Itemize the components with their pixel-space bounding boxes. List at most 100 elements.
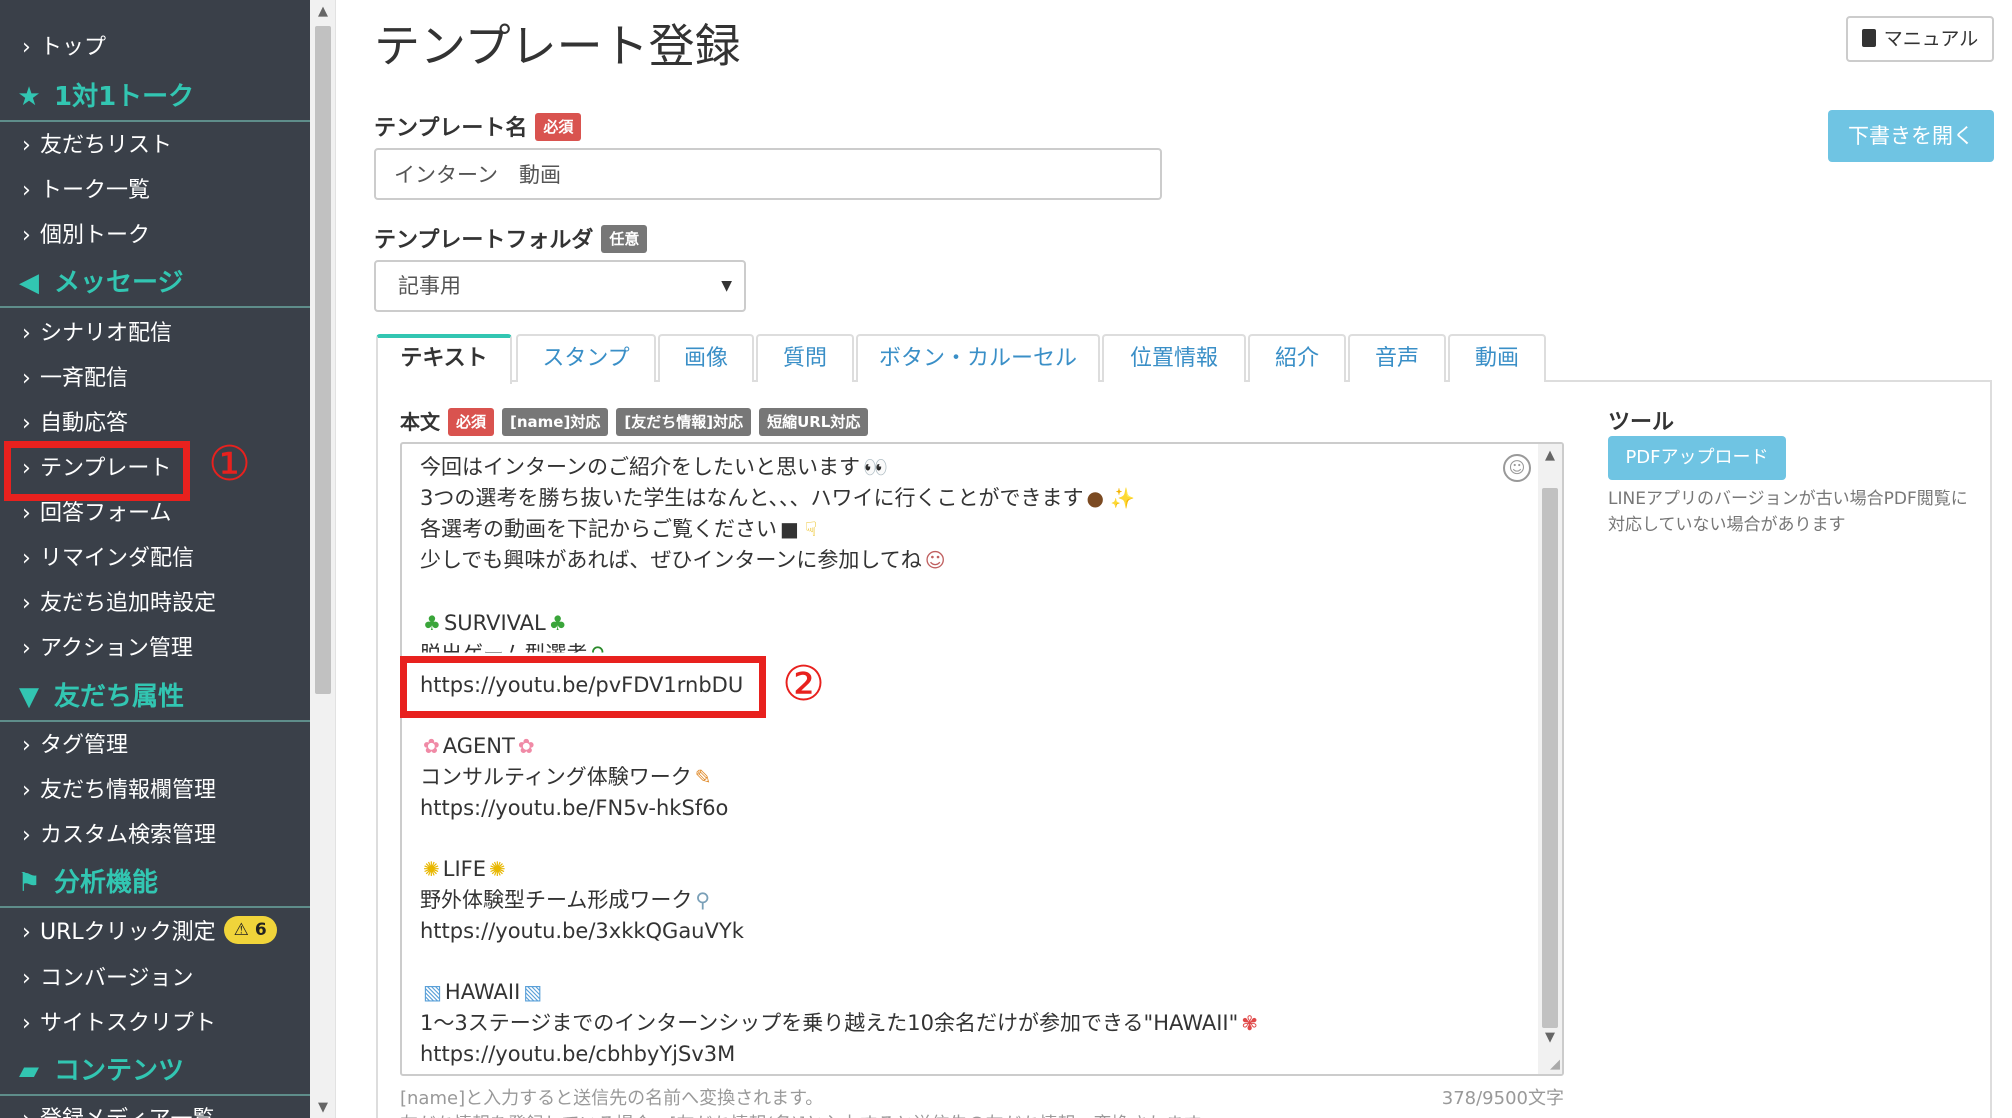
name-support-badge: [name]対応 <box>502 407 609 436</box>
sidebar-section-friend-attr[interactable]: ▼ 友だち属性 <box>0 672 310 722</box>
sidebar-item-reminder[interactable]: › リマインダ配信 <box>22 539 194 579</box>
cherry-blossom-icon: ✿ <box>423 734 440 758</box>
caret-down-icon: ▼ <box>721 278 732 294</box>
chevron-right-icon: › <box>22 223 31 248</box>
rabbit-face-icon: ☺ <box>924 548 946 572</box>
sidebar-item-top[interactable]: › トップ <box>22 28 106 68</box>
template-name-input[interactable] <box>374 148 1162 200</box>
hibiscus-icon: ✾ <box>1241 1011 1259 1035</box>
sidebar-item-broadcast[interactable]: › 一斉配信 <box>22 359 128 399</box>
book-icon <box>1861 28 1876 47</box>
chevron-right-icon: › <box>22 178 31 203</box>
page-title: テンプレート登録 <box>374 19 741 73</box>
manual-button[interactable]: マニュアル <box>1846 16 1994 62</box>
chevron-right-icon: › <box>22 366 31 391</box>
annotation-box-2 <box>400 656 766 718</box>
sidebar-section-analysis[interactable]: ⚑ 分析機能 <box>0 858 310 908</box>
cherry-blossom-icon: ✿ <box>517 734 535 758</box>
required-badge: 必須 <box>535 113 582 141</box>
sidebar-section-message[interactable]: ◀ メッセージ <box>0 258 310 308</box>
tab-video[interactable]: 動画 <box>1448 334 1546 382</box>
sidebar-item-individual-talk[interactable]: › 個別トーク <box>22 216 150 256</box>
sidebar-item-friend-list[interactable]: › 友だちリスト <box>22 126 172 166</box>
sidebar-section-talk[interactable]: ★ 1対1トーク <box>0 72 310 122</box>
sidebar-item-site-script[interactable]: › サイトスクリプト <box>22 1004 216 1044</box>
sunflower-icon: ✺ <box>489 857 506 881</box>
pdf-upload-button[interactable]: PDFアップロード <box>1608 436 1786 480</box>
magnifier-icon: ⚲ <box>695 888 711 912</box>
pointing-down-icon: ☟ <box>804 517 818 541</box>
annotation-number-2: ② <box>782 656 826 712</box>
text-line: 3つの選考を勝ち抜いた学生はなんと、、、ハワイに行くことができます ● ✨ <box>420 483 1138 513</box>
text-line: https://youtu.be/FN5v-hkSf6o <box>420 796 729 820</box>
filter-icon: ▼ <box>19 682 39 712</box>
sidebar-item-talk-list[interactable]: › トーク一覧 <box>22 171 150 211</box>
sidebar-scrollbar-thumb[interactable] <box>315 26 331 694</box>
sidebar-item-scenario[interactable]: › シナリオ配信 <box>22 314 172 354</box>
megaphone-icon: ◀ <box>19 268 39 298</box>
sidebar-item-friend-add[interactable]: › 友だち追加時設定 <box>22 584 216 624</box>
tab-audio[interactable]: 音声 <box>1348 334 1446 382</box>
tab-stamp[interactable]: スタンプ <box>516 334 656 382</box>
text-line: 1〜3ステージまでのインターンシップを乗り越えた10余名だけが参加できる"HAW… <box>420 1008 1261 1038</box>
body-textarea[interactable]: 今回はインターンのご紹介をしたいと思います 👀 3つの選考を勝ち抜いた学生はなんと… <box>400 442 1564 1076</box>
chevron-right-icon: › <box>22 411 31 436</box>
sidebar-item-custom-search[interactable]: › カスタム検索管理 <box>22 816 216 856</box>
tab-question[interactable]: 質問 <box>756 334 854 382</box>
chevron-right-icon: › <box>22 591 31 616</box>
name-hint: [name]と入力すると送信先の名前へ変換されます。 <box>400 1088 824 1109</box>
chevron-right-icon: › <box>22 546 31 571</box>
optional-badge: 任意 <box>601 225 648 253</box>
chevron-right-icon: › <box>22 823 31 848</box>
scroll-up-icon[interactable]: ▲ <box>310 4 336 19</box>
scroll-down-icon[interactable]: ▼ <box>310 1100 336 1115</box>
sidebar-item-media[interactable]: ›登録メディア一覧 <box>22 1100 214 1118</box>
pencil-icon: ✎ <box>694 765 712 789</box>
sidebar-item-friend-info[interactable]: › 友だち情報欄管理 <box>22 771 216 811</box>
sidebar-item-tag[interactable]: › タグ管理 <box>22 726 128 766</box>
sidebar-scrollbar[interactable]: ▲ ▼ <box>310 0 336 1118</box>
chevron-right-icon: › <box>22 778 31 803</box>
sidebar-item-conversion[interactable]: › コンバージョン <box>22 959 194 999</box>
text-line: ▧ HAWAII ▧ <box>420 977 545 1007</box>
textarea-scrollbar[interactable]: ▲ ▼ <box>1538 444 1562 1074</box>
text-line: https://youtu.be/3xkkQGauVYk <box>420 919 744 943</box>
sidebar: › トップ ★ 1対1トーク › 友だちリスト › トーク一覧 › 個別トーク ◀ メッセー… <box>0 0 310 1118</box>
open-draft-button[interactable]: 下書きを開く <box>1828 110 1994 162</box>
tab-image[interactable]: 画像 <box>658 334 754 382</box>
annotation-box-1 <box>4 441 190 501</box>
text-line: 野外体験型チーム形成ワーク ⚲ <box>420 885 713 915</box>
sidebar-section-contents[interactable]: ▰ コンテンツ <box>0 1046 310 1096</box>
movie-camera-icon: ■ <box>780 517 799 541</box>
sidebar-item-url-click[interactable]: › URLクリック測定 ⚠ 6 <box>22 913 277 953</box>
tab-location[interactable]: 位置情報 <box>1102 334 1246 382</box>
tools-label: ツール <box>1608 410 1675 435</box>
tab-text[interactable]: テキスト <box>376 334 512 384</box>
template-folder-select[interactable]: 記事用 ▼ <box>374 260 746 312</box>
chevron-right-icon: › <box>22 636 31 661</box>
scroll-up-icon[interactable]: ▲ <box>1538 448 1562 463</box>
resize-handle-icon[interactable]: ◢ <box>1550 1057 1560 1072</box>
required-badge: 必須 <box>448 407 495 436</box>
sidebar-item-auto-reply[interactable]: › 自動応答 <box>22 404 128 444</box>
sunrise-icon: ▧ <box>423 980 442 1004</box>
char-count: 378/9500文字 <box>1441 1088 1564 1109</box>
pdf-note: LINEアプリのバージョンが古い場合PDF閲覧に対応していない場合があります <box>1608 489 1968 535</box>
chevron-right-icon: › <box>22 35 31 60</box>
sparkle-icon: ✨ <box>1109 486 1135 510</box>
bear-icon: ● <box>1086 486 1104 510</box>
emoji-picker-icon[interactable]: ☺ <box>1503 454 1531 482</box>
tab-introduction[interactable]: 紹介 <box>1248 334 1346 382</box>
text-line: コンサルティング体験ワーク ✎ <box>420 762 715 792</box>
text-line: ♣ SURVIVAL ♣ <box>420 608 570 638</box>
clover-icon: ♣ <box>423 611 441 635</box>
sunflower-icon: ✺ <box>423 857 440 881</box>
sunrise-icon: ▧ <box>523 980 543 1004</box>
scroll-down-icon[interactable]: ▼ <box>1538 1030 1562 1045</box>
body-label: 本文 必須 [name]対応 [友だち情報]対応 短縮URL対応 <box>400 406 869 438</box>
chevron-right-icon: › <box>22 1100 36 1118</box>
eyes-icon: 👀 <box>862 455 888 479</box>
tab-button-carousel[interactable]: ボタン・カルーセル <box>856 334 1100 382</box>
sidebar-item-action[interactable]: › アクション管理 <box>22 629 193 669</box>
textarea-scrollbar-thumb[interactable] <box>1542 488 1558 1028</box>
